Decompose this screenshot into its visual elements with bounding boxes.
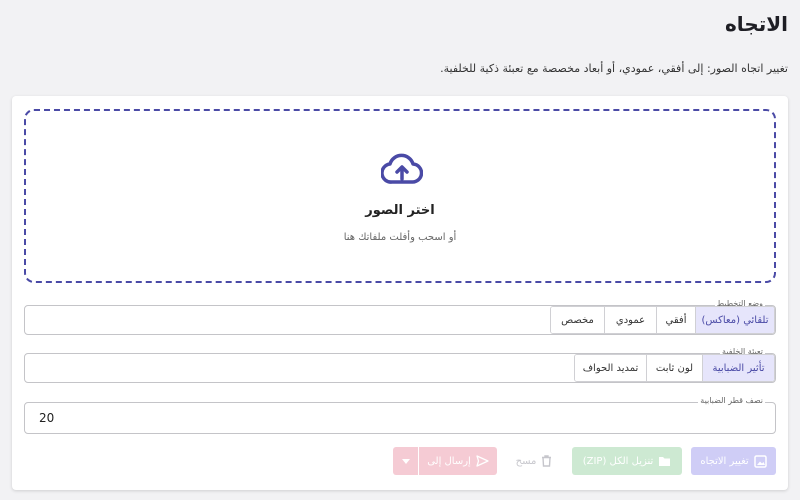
blur-radius-value[interactable]: 20 [39,411,54,425]
mode-landscape-toggle[interactable]: أفقي [656,307,695,333]
send-to-label: إرسال إلى [427,455,471,467]
page-description: تغيير اتجاه الصور: إلى أفقي، عمودي، أو أ… [440,62,788,75]
fill-stretch-edges-toggle[interactable]: تمديد الحواف [575,355,646,381]
fill-solid-color-toggle[interactable]: لون ثابت [646,355,702,381]
change-orientation-label: تغيير الاتجاه [700,455,749,467]
blur-radius-input[interactable]: نصف قطر الضبابية 20 [24,396,776,434]
layout-mode-group: وضع التخطيط تلقائي (معاكس) أفقي عمودي مخ… [24,299,776,335]
layout-mode-toggles: تلقائي (معاكس) أفقي عمودي مخصص [550,306,775,334]
fill-blur-toggle[interactable]: تأثير الضبابية [702,355,774,381]
mode-custom-toggle[interactable]: مخصص [551,307,604,333]
send-icon [476,455,489,467]
blur-radius-legend: نصف قطر الضبابية [698,396,765,406]
image-dropzone[interactable]: اختر الصور أو اسحب وأفلت ملفاتك هنا [24,109,776,283]
clear-button[interactable]: مسح [505,447,563,475]
trash-icon [541,455,552,467]
folder-download-icon [658,455,671,467]
dropzone-subtitle: أو اسحب وأفلت ملفاتك هنا [343,232,457,243]
clear-label: مسح [515,455,537,467]
dropzone-title: اختر الصور [365,203,435,218]
background-fill-group: تعبئة الخلفية تأثير الضبابية لون ثابت تم… [24,347,776,383]
image-icon [753,454,767,468]
background-fill-toggles: تأثير الضبابية لون ثابت تمديد الحواف [574,354,775,382]
send-options-dropdown[interactable] [393,447,418,475]
chevron-down-icon [401,456,410,467]
change-orientation-button[interactable]: تغيير الاتجاه [691,447,776,475]
download-all-zip-button[interactable]: تنزيل الكل (ZIP) [572,447,682,475]
mode-auto-toggle[interactable]: تلقائي (معاكس) [695,307,774,333]
download-all-zip-label: تنزيل الكل (ZIP) [582,455,654,467]
cloud-upload-icon [381,153,423,184]
page-title: الاتجاه [725,12,788,36]
mode-portrait-toggle[interactable]: عمودي [604,307,656,333]
main-card: اختر الصور أو اسحب وأفلت ملفاتك هنا وضع … [12,96,788,490]
send-to-button[interactable]: إرسال إلى [419,447,497,475]
